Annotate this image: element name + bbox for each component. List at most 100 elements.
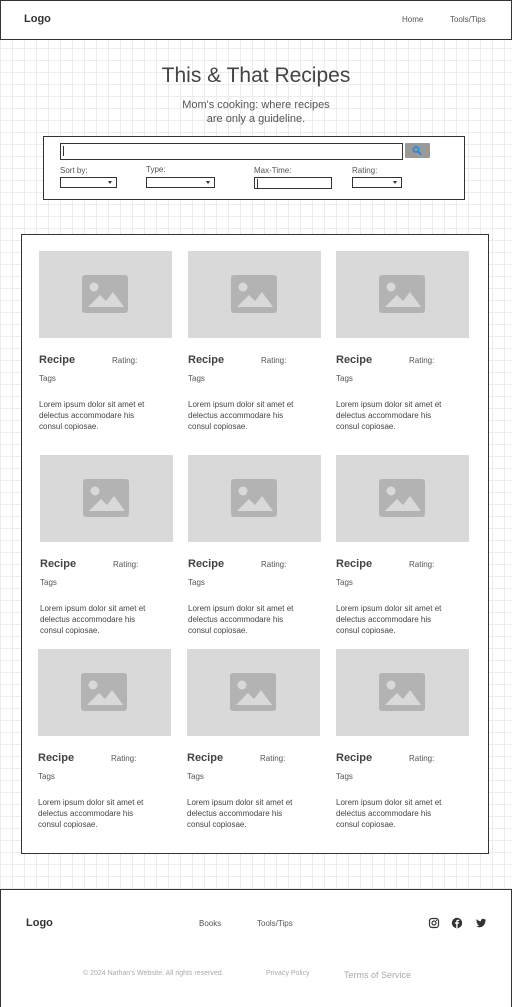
recipe-description: Lorem ipsum dolor sit amet et delectus ac… — [38, 797, 173, 830]
recipe-description-line: consul copiosae. — [38, 820, 98, 829]
recipe-description-line: Lorem ipsum dolor sit amet et — [38, 798, 144, 807]
recipe-image-placeholder[interactable] — [336, 251, 469, 338]
recipe-tags: Tags — [336, 578, 353, 587]
recipe-rating: Rating: — [261, 560, 287, 569]
recipe-image-placeholder[interactable] — [38, 649, 171, 736]
recipe-image-placeholder[interactable] — [39, 251, 172, 338]
recipe-description-line: Lorem ipsum dolor sit amet et — [188, 400, 294, 409]
recipe-description-line: delectus accommodare his — [336, 411, 432, 420]
recipe-description: Lorem ipsum dolor sit amet et delectus ac… — [336, 603, 471, 636]
recipe-title[interactable]: Recipe — [39, 354, 75, 366]
recipe-description-line: delectus accommodare his — [336, 615, 432, 624]
search-input[interactable] — [60, 143, 403, 160]
privacy-policy-link[interactable]: Privacy Policy — [266, 970, 310, 977]
recipe-title[interactable]: Recipe — [336, 354, 372, 366]
recipe-description-line: Lorem ipsum dolor sit amet et — [187, 798, 293, 807]
recipe-tags: Tags — [188, 578, 205, 587]
recipe-rating: Rating: — [409, 356, 435, 365]
recipe-description: Lorem ipsum dolor sit amet et delectus ac… — [188, 399, 323, 432]
recipe-description-line: delectus accommodare his — [187, 809, 283, 818]
image-icon — [231, 479, 277, 517]
copyright-text: © 2024 Nathan's Website. All rights rese… — [83, 970, 224, 977]
recipe-description-line: consul copiosae. — [40, 626, 100, 635]
image-icon — [83, 479, 129, 517]
recipe-description-line: delectus accommodare his — [336, 809, 432, 818]
text-caret — [257, 179, 258, 188]
footer-link-tools-tips[interactable]: Tools/Tips — [257, 919, 293, 928]
recipe-image-placeholder[interactable] — [336, 455, 469, 542]
recipe-description-line: consul copiosae. — [188, 626, 248, 635]
footer-link-books[interactable]: Books — [199, 919, 221, 928]
max-time-label: Max-Time: — [254, 166, 292, 175]
terms-of-service-link[interactable]: Terms of Service — [344, 970, 411, 980]
twitter-icon[interactable] — [475, 917, 487, 929]
max-time-input[interactable] — [254, 177, 332, 189]
recipe-title[interactable]: Recipe — [40, 558, 76, 570]
image-icon — [82, 275, 128, 313]
recipe-description-line: consul copiosae. — [187, 820, 247, 829]
nav-tools-tips[interactable]: Tools/Tips — [450, 15, 486, 24]
sort-label: Sort by: — [60, 166, 88, 175]
recipe-tags: Tags — [336, 374, 353, 383]
recipe-image-placeholder[interactable] — [187, 649, 320, 736]
recipe-title[interactable]: Recipe — [187, 752, 223, 764]
recipe-rating: Rating: — [260, 754, 286, 763]
type-select[interactable] — [146, 177, 215, 188]
recipe-tags: Tags — [38, 772, 55, 781]
recipe-description-line: consul copiosae. — [39, 422, 99, 431]
recipe-title[interactable]: Recipe — [38, 752, 74, 764]
rating-select[interactable] — [352, 177, 402, 188]
recipe-description-line: delectus accommodare his — [40, 615, 136, 624]
image-icon — [379, 673, 425, 711]
recipe-tags: Tags — [188, 374, 205, 383]
rating-label: Rating: — [352, 166, 378, 175]
header-logo[interactable]: Logo — [24, 13, 51, 25]
recipe-rating: Rating: — [112, 356, 138, 365]
recipe-image-placeholder[interactable] — [40, 455, 173, 542]
recipe-description-line: delectus accommodare his — [38, 809, 134, 818]
recipe-description-line: consul copiosae. — [336, 626, 396, 635]
recipe-description-line: consul copiosae. — [336, 422, 396, 431]
recipe-description-line: Lorem ipsum dolor sit amet et — [336, 400, 442, 409]
chevron-down-icon — [393, 181, 397, 184]
recipe-rating: Rating: — [113, 560, 139, 569]
page-subtitle: Mom's cooking: where recipes are only a … — [0, 98, 512, 126]
nav-home[interactable]: Home — [402, 15, 423, 24]
chevron-down-icon — [206, 181, 210, 184]
recipe-description-line: Lorem ipsum dolor sit amet et — [336, 604, 442, 613]
recipe-description: Lorem ipsum dolor sit amet et delectus ac… — [336, 399, 471, 432]
recipe-title[interactable]: Recipe — [188, 558, 224, 570]
recipe-description-line: delectus accommodare his — [188, 411, 284, 420]
recipe-rating: Rating: — [261, 356, 287, 365]
recipe-title[interactable]: Recipe — [188, 354, 224, 366]
sort-select[interactable] — [60, 177, 117, 188]
recipe-image-placeholder[interactable] — [188, 455, 321, 542]
recipe-image-placeholder[interactable] — [188, 251, 321, 338]
recipe-tags: Tags — [39, 374, 56, 383]
recipe-tags: Tags — [187, 772, 204, 781]
recipe-title[interactable]: Recipe — [336, 558, 372, 570]
recipe-rating: Rating: — [409, 560, 435, 569]
recipe-description-line: Lorem ipsum dolor sit amet et — [39, 400, 145, 409]
recipe-rating: Rating: — [111, 754, 137, 763]
recipe-tags: Tags — [40, 578, 57, 587]
recipe-rating: Rating: — [409, 754, 435, 763]
recipe-description: Lorem ipsum dolor sit amet et delectus ac… — [187, 797, 322, 830]
facebook-icon[interactable] — [451, 917, 463, 929]
recipe-description-line: Lorem ipsum dolor sit amet et — [40, 604, 146, 613]
recipe-description-line: Lorem ipsum dolor sit amet et — [336, 798, 442, 807]
site-header — [0, 0, 512, 40]
recipe-image-placeholder[interactable] — [336, 649, 469, 736]
footer-logo[interactable]: Logo — [26, 917, 53, 929]
chevron-down-icon — [108, 181, 112, 184]
instagram-icon[interactable] — [428, 917, 440, 929]
recipe-description: Lorem ipsum dolor sit amet et delectus ac… — [39, 399, 174, 432]
text-caret — [63, 146, 64, 156]
search-button[interactable] — [405, 143, 430, 158]
recipe-description: Lorem ipsum dolor sit amet et delectus ac… — [336, 797, 471, 830]
recipe-title[interactable]: Recipe — [336, 752, 372, 764]
recipe-description-line: consul copiosae. — [336, 820, 396, 829]
image-icon — [379, 479, 425, 517]
recipe-description: Lorem ipsum dolor sit amet et delectus ac… — [188, 603, 323, 636]
subtitle-line-1: Mom's cooking: where recipes — [182, 99, 330, 111]
